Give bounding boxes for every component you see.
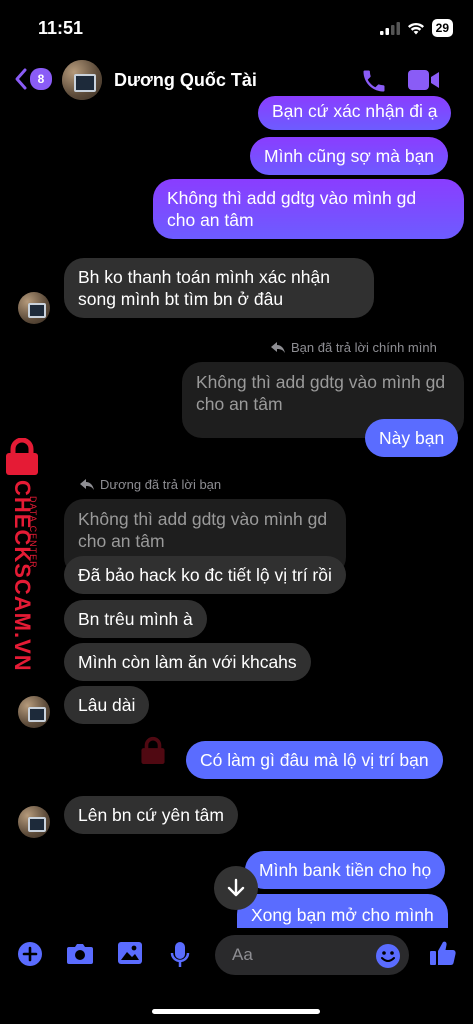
message-outgoing[interactable]: Này bạn xyxy=(365,419,459,457)
sender-avatar[interactable] xyxy=(18,806,50,838)
message-line: cho an tâm xyxy=(167,210,254,230)
status-time: 11:51 xyxy=(38,18,84,38)
scroll-to-bottom-button[interactable] xyxy=(214,866,258,910)
composer-bar: Aa xyxy=(0,928,473,984)
message-outgoing[interactable]: Mình cũng sợ mà bạn xyxy=(250,137,449,175)
message-line: song mình bt tìm bn ở đâu xyxy=(78,289,284,309)
message-incoming[interactable]: Đã bảo hack ko đc tiết lộ vị trí rồi xyxy=(64,556,346,594)
quoted-line: Không thì add gdtg vào mình gd xyxy=(78,509,328,529)
watermark-center xyxy=(140,734,166,768)
camera-icon[interactable] xyxy=(66,941,94,965)
message-outgoing[interactable]: Mình bank tiền cho họ xyxy=(245,851,446,889)
battery-indicator: 29 xyxy=(431,19,453,37)
message-input[interactable]: Aa xyxy=(215,935,409,975)
chevron-left-icon xyxy=(15,68,27,90)
video-call-icon[interactable] xyxy=(408,69,440,91)
reply-note-text: Dương đã trả lời bạn xyxy=(100,477,222,492)
quoted-line: cho an tâm xyxy=(196,394,283,414)
reply-indicator: Dương đã trả lời bạn xyxy=(80,477,221,492)
message-incoming[interactable]: Lâu dài xyxy=(64,686,150,724)
quoted-line: cho an tâm xyxy=(78,531,165,551)
message-incoming[interactable]: Bh ko thanh toán mình xác nhận song mình… xyxy=(64,258,374,318)
reply-indicator: Bạn đã trả lời chính mình xyxy=(271,340,437,355)
message-line: Không thì add gdtg vào mình gd xyxy=(167,188,417,208)
phone-icon[interactable] xyxy=(360,67,388,95)
message-outgoing[interactable]: Bạn cứ xác nhận đi ạ xyxy=(258,96,452,130)
thumbs-up-icon[interactable] xyxy=(429,939,457,967)
status-bar: 11:51 29 xyxy=(0,0,473,56)
gallery-icon[interactable] xyxy=(117,941,143,965)
reply-icon xyxy=(80,479,94,490)
arrow-down-icon xyxy=(227,878,245,897)
quoted-line: Không thì add gdtg vào mình gd xyxy=(196,372,446,392)
microphone-icon[interactable] xyxy=(170,941,190,969)
unread-count-badge: 8 xyxy=(30,68,52,90)
contact-name[interactable]: Dương Quốc Tài xyxy=(114,70,257,91)
reply-note-text: Bạn đã trả lời chính mình xyxy=(291,340,437,355)
contact-avatar[interactable] xyxy=(62,60,102,100)
emoji-icon[interactable] xyxy=(375,943,401,969)
watermark-sub: DATA CENTER xyxy=(28,496,38,569)
message-incoming[interactable]: Mình còn làm ăn với khcahs xyxy=(64,643,311,681)
reply-icon xyxy=(271,342,285,353)
home-indicator xyxy=(152,1009,320,1014)
back-button[interactable]: 8 xyxy=(14,67,52,91)
signal-icon xyxy=(379,21,400,35)
sender-avatar[interactable] xyxy=(18,292,50,324)
plus-circle-icon[interactable] xyxy=(17,941,43,967)
lock-icon xyxy=(141,736,165,764)
message-input-placeholder: Aa xyxy=(232,945,253,964)
message-incoming[interactable]: Bn trêu mình à xyxy=(64,600,207,638)
wifi-icon xyxy=(407,22,424,34)
message-line: Bh ko thanh toán mình xác nhận xyxy=(78,267,330,287)
status-icons: 29 xyxy=(379,19,453,37)
message-incoming[interactable]: Lên bn cứ yên tâm xyxy=(64,796,238,834)
message-outgoing[interactable]: Không thì add gdtg vào mình gd cho an tâ… xyxy=(153,179,464,239)
sender-avatar[interactable] xyxy=(18,696,50,728)
message-outgoing[interactable]: Xong bạn mở cho mình xyxy=(237,894,448,928)
message-outgoing[interactable]: Có làm gì đâu mà lộ vị trí bạn xyxy=(186,741,443,779)
lock-icon xyxy=(6,438,38,475)
